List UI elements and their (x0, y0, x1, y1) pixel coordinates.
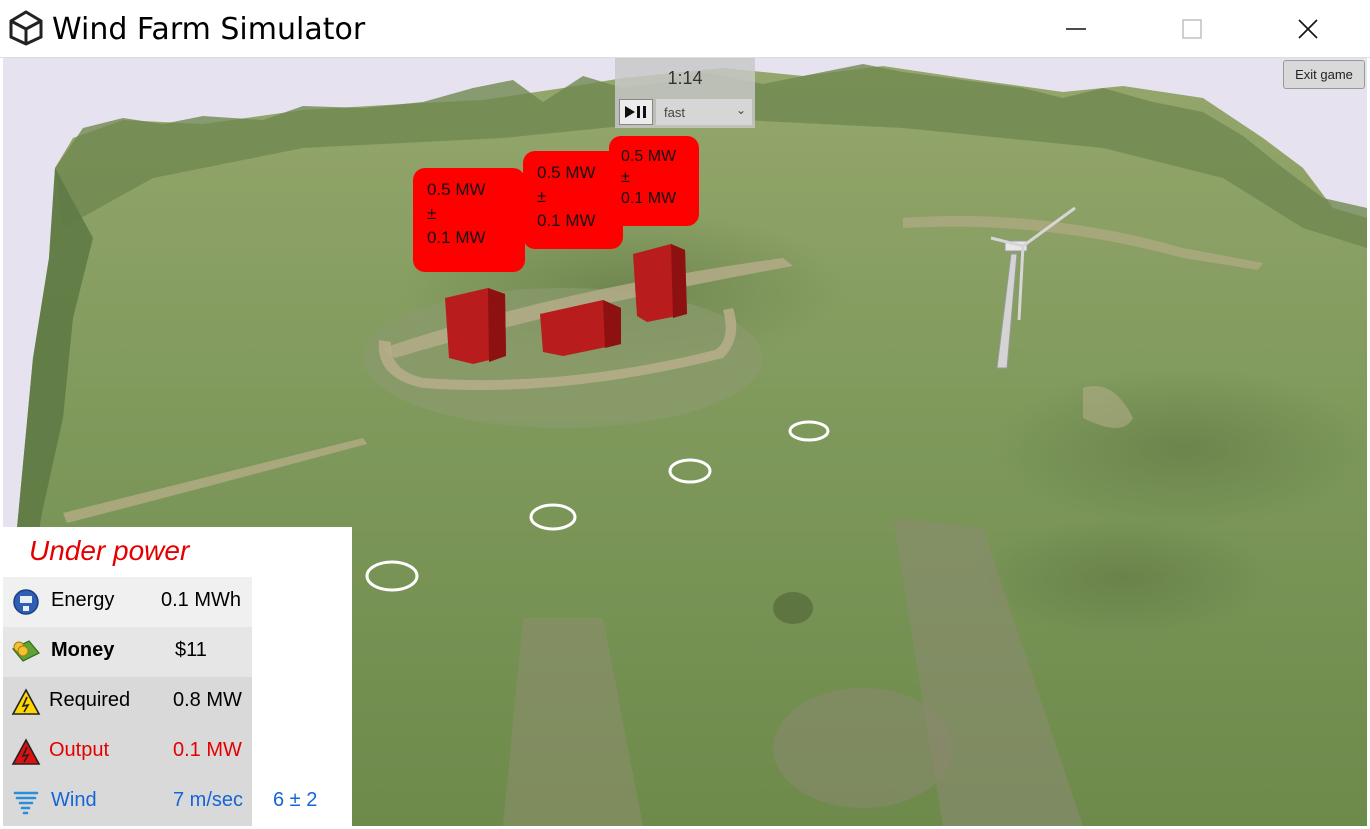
game-clock: 1:14 (667, 68, 703, 88)
demand-power: 0.5 MW (427, 180, 486, 199)
energy-value: 0.1 MWh (161, 589, 242, 611)
money-label: Money (51, 639, 115, 661)
demand-power: 0.5 MW (537, 163, 596, 182)
speed-value: fast (664, 105, 685, 120)
demand-label: 0.5 MW ± 0.1 MW (413, 168, 525, 272)
demand-plus-minus: ± (427, 204, 437, 223)
warning-red-icon (11, 738, 41, 765)
wind-range: 6 ± 2 (273, 789, 318, 811)
power-status: Under power (29, 535, 190, 566)
money-row: Money $11 (3, 627, 252, 677)
stats-panel: Under power Energy 0.1 MWh Money $11 Req… (3, 527, 352, 826)
demand-tolerance: 0.1 MW (537, 211, 596, 230)
output-label: Output (49, 739, 110, 761)
demand-plus-minus: ± (621, 169, 630, 186)
required-label: Required (49, 689, 131, 711)
meter-icon (13, 589, 39, 615)
maximize-icon (1182, 19, 1202, 39)
close-button[interactable] (1278, 6, 1338, 52)
unity-logo-icon (9, 10, 43, 46)
play-pause-icon (625, 106, 646, 118)
tornado-icon (13, 791, 39, 815)
close-icon (1298, 19, 1318, 39)
demand-label: 0.5 MW ± 0.1 MW (523, 151, 623, 249)
required-value: 0.8 MW (173, 689, 242, 711)
output-row: Output 0.1 MW (3, 727, 252, 777)
warning-icon (11, 688, 41, 715)
exit-game-button[interactable]: Exit game (1283, 60, 1365, 89)
demand-plus-minus: ± (537, 187, 547, 206)
money-icon (12, 640, 40, 662)
chevron-down-icon: ⌄ (735, 103, 746, 117)
maximize-button[interactable] (1162, 6, 1222, 52)
title-bar: Wind Farm Simulator (0, 0, 1370, 58)
demand-power: 0.5 MW (621, 148, 677, 165)
time-panel: 1:14 fast ⌄ (615, 58, 755, 128)
demand-tolerance: 0.1 MW (427, 228, 486, 247)
window-title: Wind Farm Simulator (52, 12, 366, 47)
demand-label: 0.5 MW ± 0.1 MW (609, 136, 699, 226)
wind-row: Wind 7 m/sec (3, 777, 252, 826)
energy-label: Energy (51, 589, 115, 611)
demand-tolerance: 0.1 MW (621, 190, 677, 207)
minimize-icon (1066, 28, 1086, 30)
play-pause-button[interactable] (619, 99, 653, 125)
money-value: $11 (175, 639, 207, 661)
required-row: Required 0.8 MW (3, 677, 252, 727)
wind-value: 7 m/sec (173, 789, 244, 811)
energy-row: Energy 0.1 MWh (3, 577, 252, 627)
speed-dropdown[interactable]: fast ⌄ (656, 99, 752, 125)
minimize-button[interactable] (1046, 6, 1106, 52)
output-value: 0.1 MW (173, 739, 242, 761)
game-viewport[interactable]: 0.5 MW ± 0.1 MW 0.5 MW ± 0.1 MW 0.5 MW ±… (3, 58, 1367, 826)
wind-label: Wind (51, 789, 97, 811)
